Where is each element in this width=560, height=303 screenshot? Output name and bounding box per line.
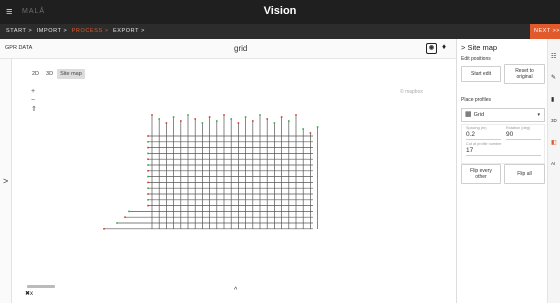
rotation-value: 90 xyxy=(506,131,514,138)
profile-end-marker xyxy=(266,118,268,120)
profile-end-marker xyxy=(302,128,304,130)
ai-icon[interactable]: AI xyxy=(551,161,555,166)
breadcrumb-export[interactable]: EXPORT > xyxy=(113,28,145,34)
profile-end-marker xyxy=(295,114,297,116)
pushpin-icon[interactable]: ✎ xyxy=(551,74,556,81)
panel-header[interactable]: > Site map xyxy=(461,43,497,52)
profile-start-marker xyxy=(147,146,149,149)
layers-icon[interactable]: ▮ xyxy=(551,96,554,103)
profile-end-marker xyxy=(201,122,204,124)
view-title: grid xyxy=(234,44,248,53)
profile-end-marker xyxy=(208,116,211,118)
profile-start-marker xyxy=(128,210,130,213)
coordinate-readout: ✖x xyxy=(25,290,33,297)
coordinate-label: x xyxy=(30,291,34,297)
cut-label: Cut at profile number xyxy=(466,142,502,146)
rotation-field[interactable]: Rotation (deg) 90 xyxy=(506,126,541,140)
profile-end-marker xyxy=(194,118,196,120)
next-button[interactable]: NEXT >> xyxy=(530,24,560,39)
fit-view-icon[interactable]: ◉ xyxy=(426,43,437,54)
profile-start-marker xyxy=(147,170,149,172)
profile-end-marker xyxy=(244,116,247,118)
profile-start-marker xyxy=(147,152,149,155)
profile-start-marker xyxy=(147,199,149,201)
app-title: Vision xyxy=(263,5,297,17)
profile-end-marker xyxy=(151,114,153,116)
profile-start-marker xyxy=(124,216,126,218)
profile-end-marker xyxy=(158,118,160,120)
profile-start-marker xyxy=(147,204,149,207)
profile-start-marker xyxy=(147,158,149,160)
profile-end-marker xyxy=(223,114,225,116)
start-edit-button[interactable]: Start edit xyxy=(461,66,501,82)
cut-value: 17 xyxy=(466,147,474,154)
spacing-field[interactable]: Spacing (m) 0.2 xyxy=(466,126,501,140)
profile-start-marker xyxy=(147,187,149,189)
workflow-breadcrumb: START > IMPORT > PROCESS > EXPORT > NEXT… xyxy=(0,24,560,39)
breadcrumb-process[interactable]: PROCESS > xyxy=(72,28,109,34)
spacing-value: 0.2 xyxy=(466,131,476,138)
pin-icon[interactable]: ♦ xyxy=(442,42,446,51)
profile-type-select[interactable]: ▦ Grid ▾ xyxy=(461,108,545,122)
site-map-panel: > Site map Edit positions Start edit Res… xyxy=(456,39,547,303)
breadcrumb-start[interactable]: START > xyxy=(6,28,32,34)
profile-start-marker xyxy=(147,135,149,137)
profile-end-marker xyxy=(180,120,182,122)
profile-end-marker xyxy=(309,132,312,134)
profile-start-marker xyxy=(147,175,149,178)
gpr-data-header: GPR DATA grid ◉ ♦ xyxy=(0,39,456,59)
profile-end-marker xyxy=(216,120,218,122)
site-map-view[interactable]: 2D 3D Site map + − ⇑ © mapbox ✖x ^ xyxy=(13,59,456,303)
profile-end-marker xyxy=(165,122,168,124)
scale-bar xyxy=(27,285,55,288)
left-collapse-strip: > xyxy=(0,59,12,303)
app-header: ≡ MALÅ Vision xyxy=(0,0,560,24)
expand-bottom-caret-icon[interactable]: ^ xyxy=(234,287,237,294)
profile-end-marker xyxy=(172,116,175,118)
3d-view-icon[interactable]: 3D xyxy=(551,118,557,123)
profile-end-marker xyxy=(280,116,283,118)
profile-start-marker xyxy=(147,164,149,166)
cut-at-profile-field[interactable]: Cut at profile number 17 xyxy=(466,142,541,156)
profile-end-marker xyxy=(187,114,189,116)
profile-start-marker xyxy=(147,193,149,195)
place-profiles-label: Place profiles xyxy=(461,97,492,103)
right-toolbar: ☷ ✎ ▮ 3D ◧ AI xyxy=(547,39,560,303)
breadcrumb: START > IMPORT > PROCESS > EXPORT > xyxy=(6,28,145,34)
profile-end-marker xyxy=(273,122,276,124)
gpr-data-title: GPR DATA xyxy=(5,45,33,51)
profile-start-marker xyxy=(147,141,149,143)
profile-grid xyxy=(103,114,319,230)
chevron-down-icon: ▾ xyxy=(537,112,540,118)
profile-start-marker xyxy=(103,228,105,230)
flip-every-other-button[interactable]: Flip every other xyxy=(461,164,501,184)
edit-positions-label: Edit positions xyxy=(461,56,491,62)
profile-end-marker xyxy=(288,120,290,122)
profile-end-marker xyxy=(316,126,319,128)
expand-left-chevron-icon[interactable]: > xyxy=(3,176,8,186)
flip-all-button[interactable]: Flip all xyxy=(504,164,545,184)
breadcrumb-import[interactable]: IMPORT > xyxy=(37,28,68,34)
profile-start-marker xyxy=(116,222,118,224)
profile-end-marker xyxy=(259,114,261,116)
profile-type-value: Grid xyxy=(473,112,485,118)
profile-end-marker xyxy=(237,122,240,124)
profile-end-marker xyxy=(230,118,232,120)
reset-to-original-button[interactable]: Reset to original xyxy=(504,64,545,84)
list-icon[interactable]: ☷ xyxy=(551,53,556,60)
box-icon[interactable]: ◧ xyxy=(551,139,557,146)
profile-end-marker xyxy=(252,120,254,122)
grid-icon: ▦ xyxy=(465,111,472,118)
profile-start-marker xyxy=(147,181,149,184)
